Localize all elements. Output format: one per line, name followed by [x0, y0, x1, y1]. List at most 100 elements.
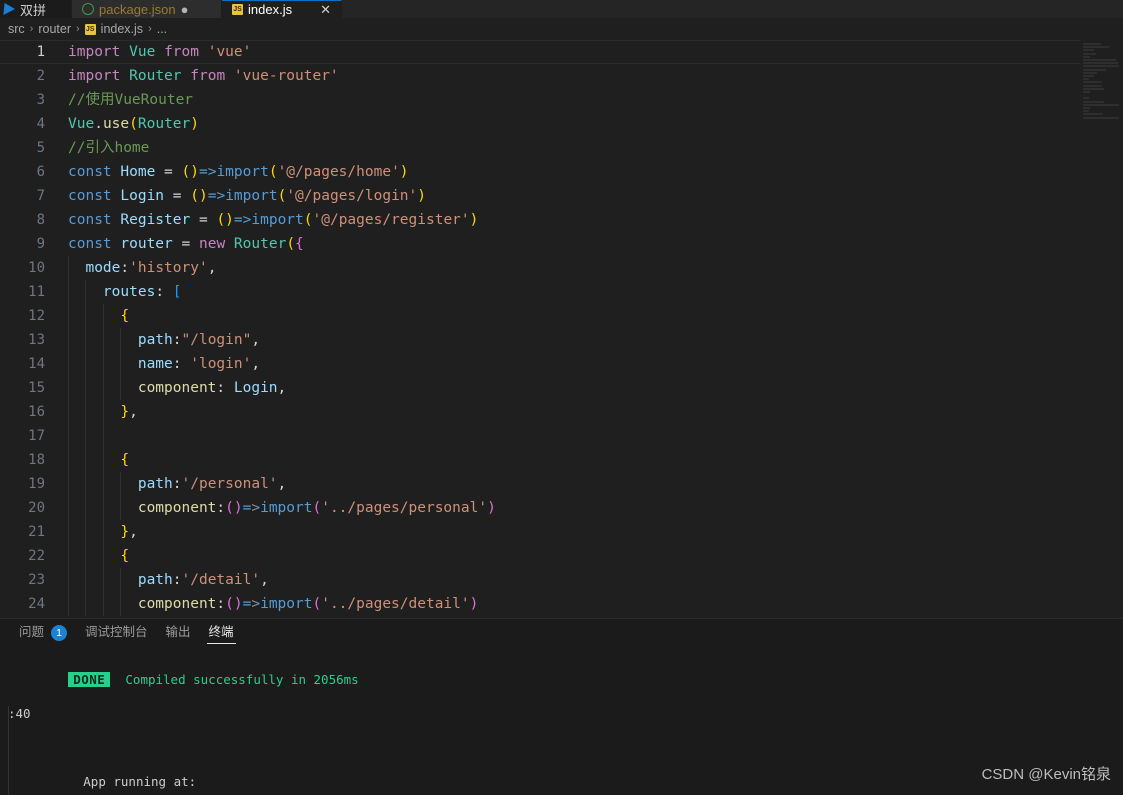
code-line[interactable]: 5 //引入home [0, 136, 1080, 160]
code-text: name: 'login', [137, 356, 261, 372]
code-line[interactable]: 1 import Vue from 'vue' [0, 40, 1080, 64]
code-line[interactable]: 18 { [0, 448, 1080, 472]
done-badge: DONE [68, 672, 111, 687]
editor-minimap[interactable] [1080, 40, 1123, 618]
terminal-output[interactable]: DONE Compiled successfully in 2056ms :40… [0, 646, 1123, 795]
code-line[interactable]: 21 }, [0, 520, 1080, 544]
indent-guide [85, 424, 87, 448]
minimap-line [1083, 71, 1098, 74]
terminal-line-time: :40 [8, 706, 31, 721]
code-line[interactable]: 6 const Home = ()=>import('@/pages/home') [0, 160, 1080, 184]
code-line[interactable]: 8 const Register = ()=>import('@/pages/re… [0, 208, 1080, 232]
code-line[interactable]: 16 }, [0, 400, 1080, 424]
minimap-line [1083, 43, 1101, 45]
line-number: 24 [28, 596, 45, 612]
js-file-icon: JS [232, 4, 243, 15]
tab-label-window: 双拼 [20, 2, 47, 18]
code-line[interactable]: 13 path:"/login", [0, 328, 1080, 352]
code-line[interactable]: 2 import Router from 'vue-router' [0, 64, 1080, 88]
line-number: 13 [28, 332, 45, 348]
code-text: component:()=>import('../pages/personal'… [137, 500, 496, 516]
terminal-line-status: DONE Compiled successfully in 2056ms [8, 654, 1123, 705]
terminal-blank-1 [8, 722, 1123, 739]
minimap-line [1083, 81, 1102, 84]
code-text: const Register = ()=>import('@/pages/reg… [68, 212, 479, 228]
minimap-line [1083, 46, 1110, 49]
minimap-line [1083, 91, 1090, 93]
tab-window-title[interactable]: 双拼 [0, 0, 72, 18]
code-line[interactable]: 17 [0, 424, 1080, 448]
minimap-line [1083, 65, 1119, 68]
code-line[interactable]: 3 //使用VueRouter [0, 88, 1080, 112]
code-text: Vue.use(Router) [68, 116, 199, 132]
minimap-line [1083, 110, 1089, 113]
breadcrumb-separator-icon: › [148, 23, 152, 35]
js-file-icon: JS [84, 23, 96, 35]
panel-tab-1[interactable]: 调试控制台 [76, 619, 157, 646]
indent-guide [68, 424, 69, 448]
breadcrumb-item-more[interactable]: ... [157, 22, 167, 36]
code-line[interactable]: 14 name: 'login', [0, 352, 1080, 376]
code-line[interactable]: 12 { [0, 304, 1080, 328]
code-line[interactable]: 10 mode:'history', [0, 256, 1080, 280]
breadcrumb-item-index-js[interactable]: index.js [101, 22, 143, 36]
code-line[interactable]: 11 routes: [ [0, 280, 1080, 304]
tab-label-package-json: package.json [99, 1, 176, 17]
terminal-blank-2 [8, 739, 1123, 756]
code-line[interactable]: 7 const Login = ()=>import('@/pages/login… [0, 184, 1080, 208]
windows-logo-icon [3, 3, 16, 15]
line-number: 2 [36, 68, 45, 84]
line-number: 22 [28, 548, 45, 564]
breadcrumb-item-src[interactable]: src [8, 22, 25, 36]
code-line[interactable]: 15 component: Login, [0, 376, 1080, 400]
code-text: component: Login, [137, 380, 287, 396]
problems-count-badge: 1 [51, 624, 68, 641]
code-line[interactable]: 20 component:()=>import('../pages/person… [0, 496, 1080, 520]
code-line[interactable]: 9 const router = new Router({ [0, 232, 1080, 256]
bottom-panel: 问题 1 调试控制台 输出 终端 DONE Compiled successfully … [0, 618, 1123, 795]
minimap-line [1083, 78, 1089, 81]
panel-tab-label: 终端 [208, 625, 234, 639]
close-icon[interactable]: ✕ [320, 3, 331, 16]
tab-index-js[interactable]: JS index.js ✕ [222, 0, 342, 18]
code-text: import Router from 'vue-router' [68, 68, 339, 84]
code-lines-container[interactable]: 1 import Vue from 'vue' 2 import Router fro… [0, 40, 1080, 616]
code-text: import Vue from 'vue' [68, 44, 252, 60]
minimap-line [1083, 62, 1118, 65]
tab-label-index-js: index.js [248, 2, 293, 17]
code-line[interactable]: 22 { [0, 544, 1080, 568]
tab-bar-empty-space [342, 0, 1123, 18]
line-number: 5 [36, 140, 45, 156]
tab-package-json[interactable]: package.json ● [72, 0, 222, 18]
code-editor[interactable]: 1 import Vue from 'vue' 2 import Router fro… [0, 40, 1123, 618]
code-text: { [120, 308, 130, 324]
code-text: path:'/detail', [137, 572, 269, 588]
watermark: CSDN @Kevin铭泉 [981, 766, 1111, 783]
panel-tab-3[interactable]: 终端 [200, 619, 243, 646]
code-text: path:"/login", [137, 332, 261, 348]
editor-tab-bar: 双拼 package.json ● JS index.js ✕ [0, 0, 1123, 18]
code-text: mode:'history', [85, 260, 217, 276]
code-text: path:'/personal', [137, 476, 287, 492]
code-text: const router = new Router({ [68, 236, 304, 252]
code-line[interactable]: 24 component:()=>import('../pages/detail… [0, 592, 1080, 616]
code-text: const Login = ()=>import('@/pages/login'… [68, 188, 426, 204]
json-circle-icon [82, 3, 94, 15]
breadcrumb-item-router[interactable]: router [38, 22, 71, 36]
breadcrumb-separator-icon: › [76, 23, 80, 35]
minimap-line [1083, 68, 1106, 71]
panel-tab-label: 调试控制台 [85, 625, 148, 639]
line-number: 20 [28, 500, 45, 516]
code-text: //引入home [68, 140, 150, 156]
line-number: 9 [36, 236, 45, 252]
line-number: 19 [28, 476, 45, 492]
panel-tab-0[interactable]: 问题 1 [10, 619, 76, 646]
code-line[interactable]: 19 path:'/personal', [0, 472, 1080, 496]
minimap-line [1083, 84, 1102, 87]
minimap-line [1083, 116, 1119, 119]
code-line[interactable]: 4 Vue.use(Router) [0, 112, 1080, 136]
panel-tab-2[interactable]: 输出 [157, 619, 200, 646]
line-number: 12 [28, 308, 45, 324]
code-line[interactable]: 23 path:'/detail', [0, 568, 1080, 592]
code-text: //使用VueRouter [68, 92, 194, 108]
